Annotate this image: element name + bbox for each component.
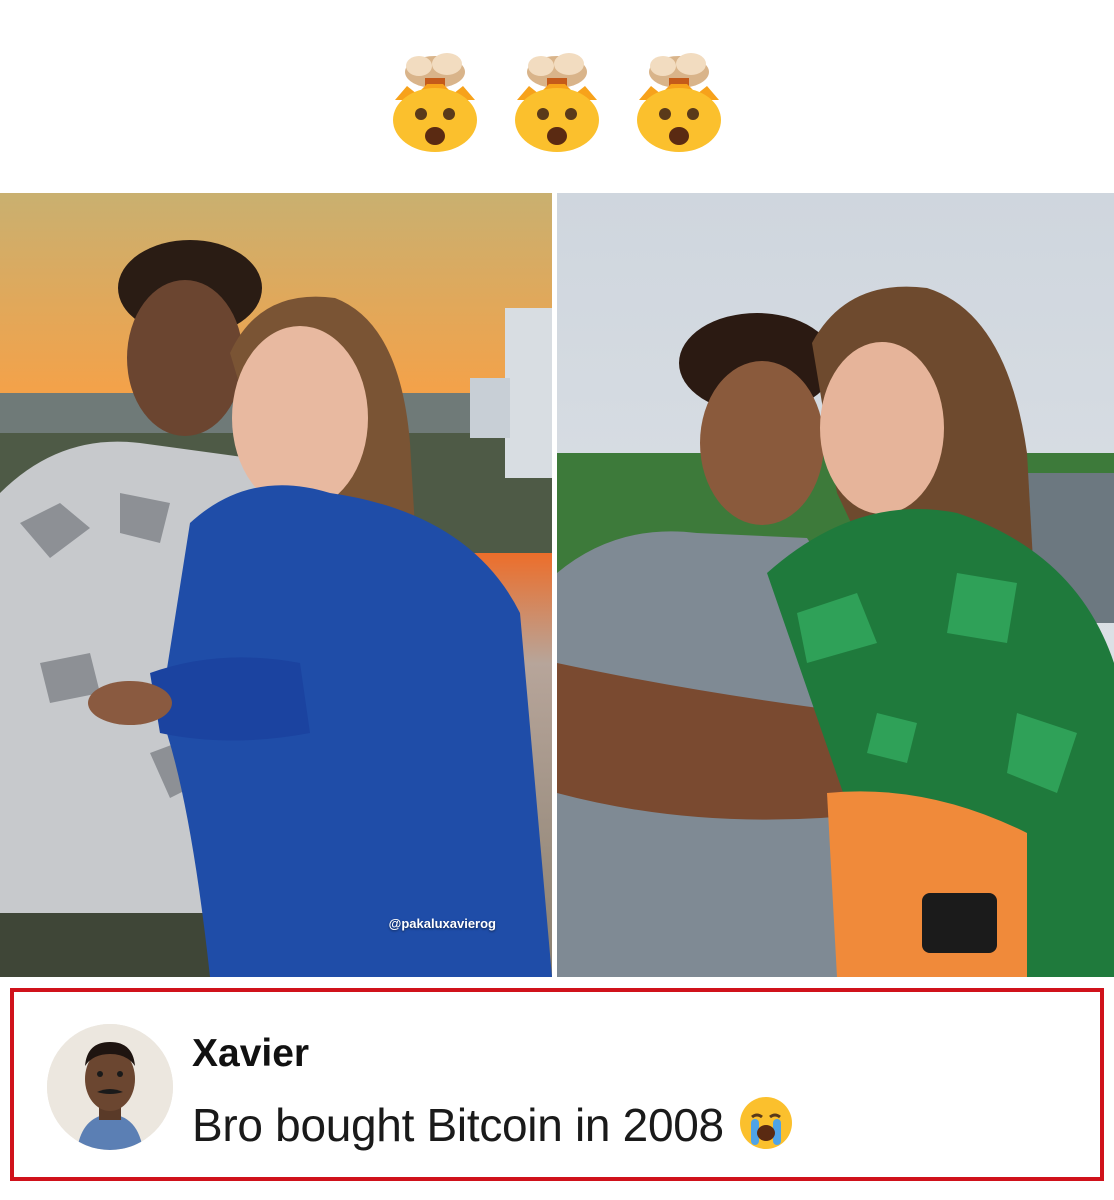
photo-right <box>557 193 1114 977</box>
mind-blown-icon <box>387 48 483 152</box>
comment-text: Bro bought Bitcoin in 2008 <box>192 1099 724 1151</box>
avatar[interactable] <box>47 1024 173 1150</box>
comment-card: Xavier Bro bought Bitcoin in 2008 <box>10 988 1104 1181</box>
emoji-header <box>0 48 1114 158</box>
mind-blown-icon <box>631 48 727 152</box>
photo-left: @pakaluxavierog <box>0 193 552 977</box>
mind-blown-icon <box>509 48 605 152</box>
comment-body: Bro bought Bitcoin in 2008 <box>192 1095 794 1152</box>
comment-author[interactable]: Xavier <box>192 1032 309 1076</box>
photo-comparison: @pakaluxavierog <box>0 193 1114 977</box>
loudly-crying-face-icon <box>738 1095 794 1151</box>
watermark: @pakaluxavierog <box>388 916 496 931</box>
